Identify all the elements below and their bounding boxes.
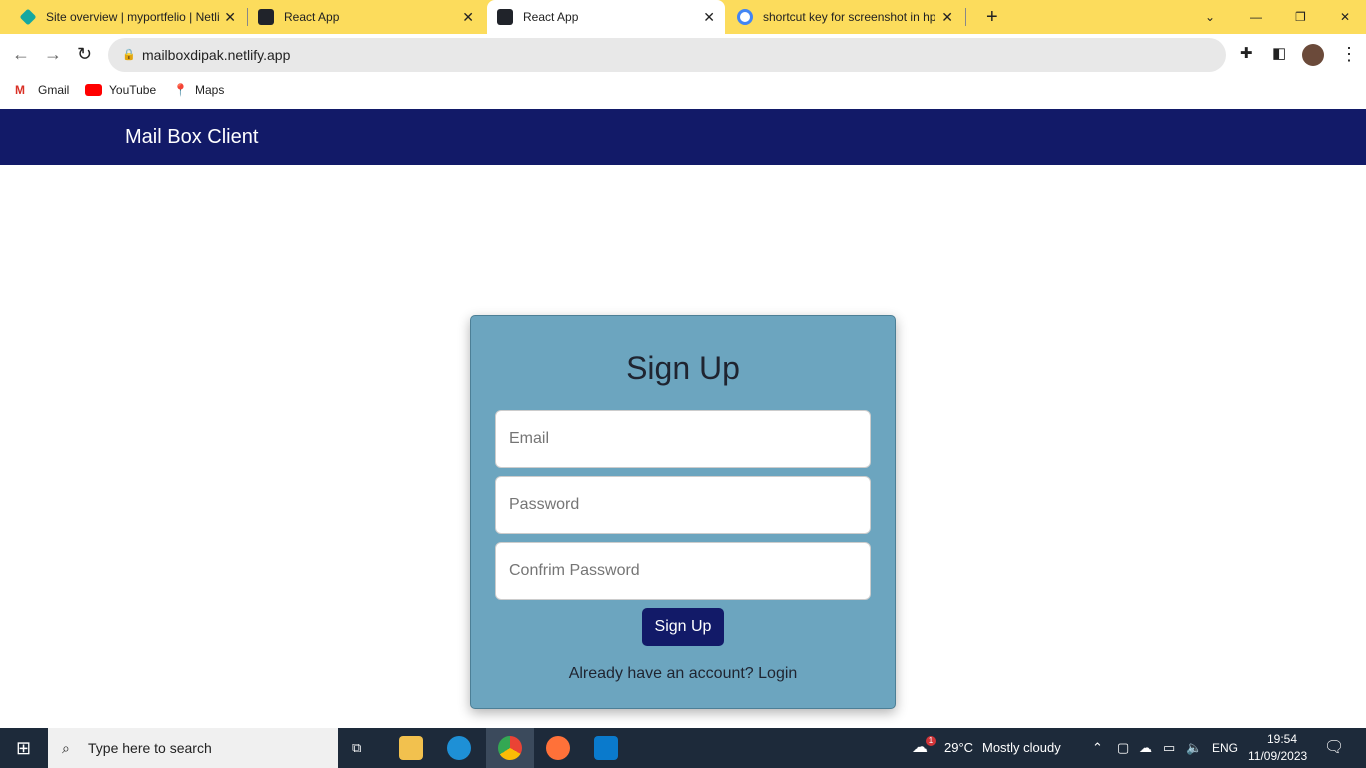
- youtube-icon: [85, 84, 102, 96]
- tab-react-active[interactable]: React App ✕: [487, 0, 725, 34]
- bookmark-maps[interactable]: Maps: [195, 83, 224, 97]
- bookmark-youtube[interactable]: YouTube: [109, 83, 156, 97]
- temperature[interactable]: 29°C: [944, 728, 973, 768]
- url-text: mailboxdipak.netlify.app: [142, 47, 291, 63]
- signup-button[interactable]: Sign Up: [642, 608, 724, 646]
- extensions-icon[interactable]: ✚: [1240, 44, 1253, 62]
- reload-icon[interactable]: ↻: [77, 44, 92, 65]
- vscode-icon[interactable]: [594, 736, 618, 760]
- password-input[interactable]: [495, 476, 871, 534]
- volume-icon[interactable]: 🔈: [1186, 728, 1202, 768]
- side-panel-icon[interactable]: ◧: [1272, 44, 1286, 62]
- close-window-button[interactable]: ✕: [1330, 0, 1360, 34]
- bookmarks-bar: M Gmail YouTube 📍 Maps: [0, 76, 1366, 108]
- minimize-button[interactable]: —: [1240, 0, 1272, 34]
- search-placeholder: Type here to search: [88, 740, 212, 756]
- taskbar: ⊞ ⌕ Type here to search ⧉ ☁ 1 29°C Mostly…: [0, 728, 1366, 768]
- weather-icon[interactable]: ☁: [912, 728, 928, 768]
- tab-search-icon[interactable]: ⌄: [1195, 0, 1225, 34]
- edge-icon[interactable]: [447, 736, 471, 760]
- tab-title: Site overview | myportfelio | Netli: [46, 10, 220, 24]
- close-tab-icon[interactable]: ✕: [462, 9, 474, 26]
- lock-icon: 🔒: [122, 49, 136, 61]
- forward-icon[interactable]: →: [44, 44, 62, 65]
- tab-title: shortcut key for screenshot in hp: [763, 10, 935, 24]
- tab-netlify[interactable]: Site overview | myportfelio | Netli ✕: [10, 0, 246, 34]
- react-icon: [497, 9, 513, 25]
- close-tab-icon[interactable]: ✕: [941, 9, 953, 26]
- windows-start-icon[interactable]: ⊞: [16, 728, 31, 768]
- file-explorer-icon[interactable]: [399, 736, 423, 760]
- signup-card: Sign Up Sign Up Already have an account?…: [470, 315, 896, 709]
- address-bar[interactable]: 🔒 mailboxdipak.netlify.app: [108, 38, 1226, 72]
- tab-title: React App: [284, 10, 340, 24]
- notifications-icon[interactable]: 🗨: [1324, 728, 1344, 768]
- tab-react-1[interactable]: React App ✕: [248, 0, 484, 34]
- language-indicator[interactable]: ENG: [1212, 728, 1238, 768]
- profile-avatar[interactable]: [1302, 44, 1324, 66]
- bookmark-gmail[interactable]: Gmail: [38, 83, 69, 97]
- login-link[interactable]: Already have an account? Login: [471, 665, 895, 683]
- back-icon[interactable]: ←: [12, 44, 30, 65]
- browser-toolbar: ← → ↻ 🔒 mailboxdipak.netlify.app ✚ ◧ ⋮: [0, 34, 1366, 76]
- close-tab-icon[interactable]: ✕: [703, 9, 715, 26]
- email-input[interactable]: [495, 410, 871, 468]
- battery-icon[interactable]: ▭: [1163, 728, 1175, 768]
- gmail-icon: M: [15, 83, 25, 97]
- task-view-icon[interactable]: ⧉: [352, 728, 361, 768]
- tab-strip: Site overview | myportfelio | Netli ✕ Rea…: [0, 0, 1366, 34]
- chevron-up-icon[interactable]: ⌃: [1092, 728, 1103, 768]
- weather-badge: 1: [926, 736, 936, 746]
- new-tab-button[interactable]: +: [976, 0, 1008, 34]
- taskbar-search[interactable]: ⌕ Type here to search: [48, 728, 338, 768]
- weather-text[interactable]: Mostly cloudy: [982, 728, 1061, 768]
- google-icon: [737, 9, 753, 25]
- firefox-icon[interactable]: [546, 736, 570, 760]
- confirm-password-input[interactable]: [495, 542, 871, 600]
- tab-title: React App: [523, 10, 579, 24]
- onedrive-icon[interactable]: ☁: [1139, 728, 1152, 768]
- restore-button[interactable]: ❐: [1285, 0, 1316, 34]
- close-tab-icon[interactable]: ✕: [224, 9, 236, 26]
- chrome-icon[interactable]: [498, 736, 522, 760]
- clock-time[interactable]: 19:54: [1262, 732, 1302, 746]
- app-navbar: Mail Box Client: [0, 109, 1366, 165]
- maps-icon: 📍: [173, 83, 188, 97]
- meet-icon[interactable]: ▢: [1117, 728, 1129, 768]
- menu-icon[interactable]: ⋮: [1340, 44, 1358, 65]
- react-icon: [258, 9, 274, 25]
- tab-google[interactable]: shortcut key for screenshot in hp ✕: [727, 0, 963, 34]
- clock-date[interactable]: 11/09/2023: [1248, 749, 1307, 763]
- brand-title[interactable]: Mail Box Client: [125, 126, 258, 149]
- signup-title: Sign Up: [626, 350, 740, 386]
- search-icon: ⌕: [62, 740, 70, 756]
- netlify-icon: [19, 8, 37, 26]
